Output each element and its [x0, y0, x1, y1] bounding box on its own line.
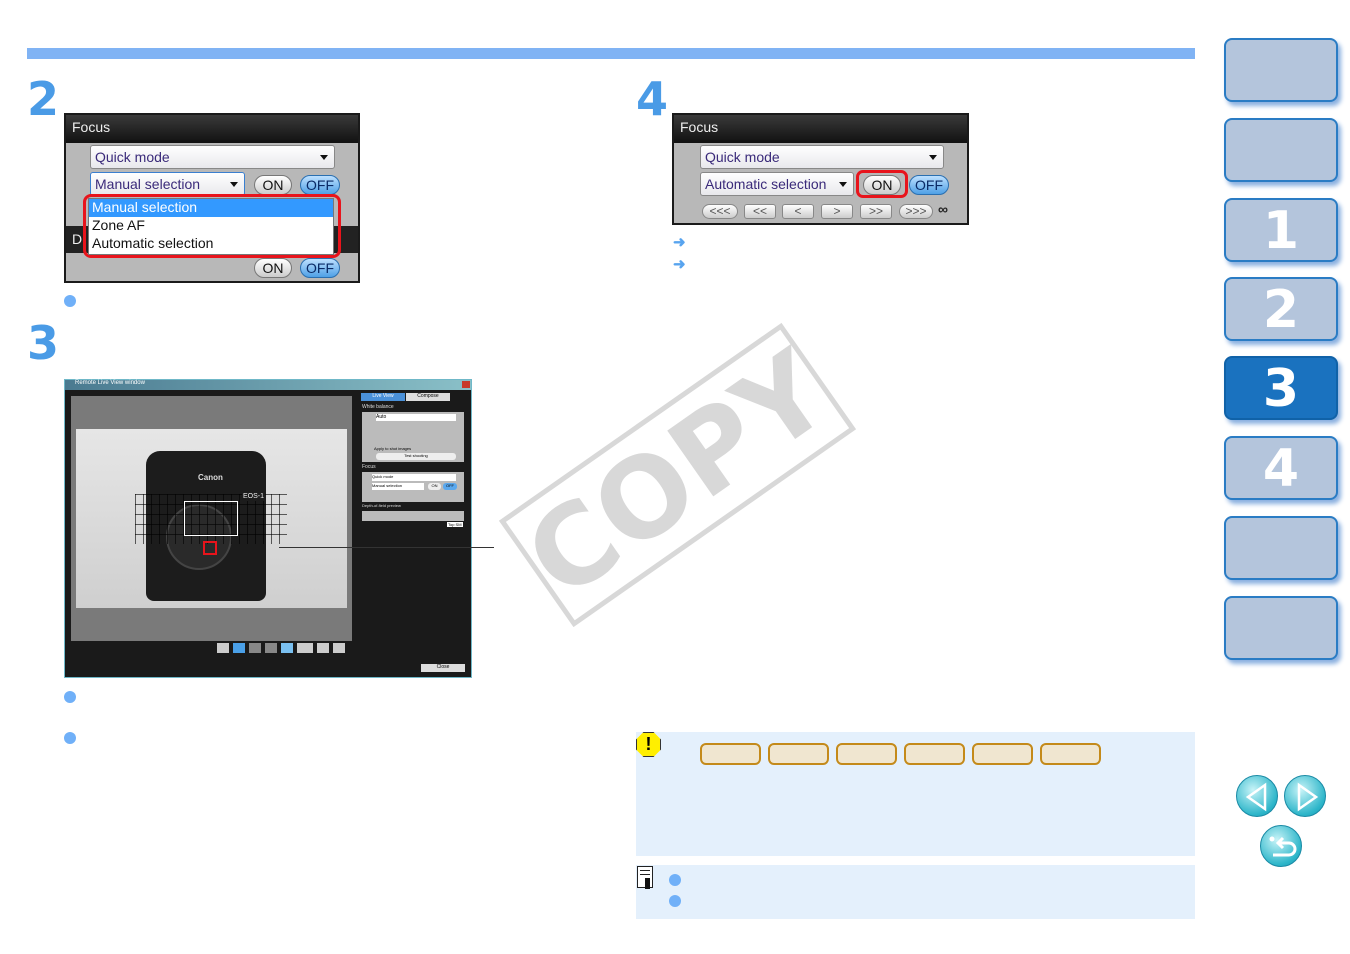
focus-far-small-button[interactable]: <	[782, 204, 814, 219]
chevron-down-icon	[320, 155, 328, 160]
side-tab-intro[interactable]	[1224, 38, 1338, 102]
link-button[interactable]	[700, 743, 761, 765]
af-off-button[interactable]: OFF	[300, 175, 340, 195]
dof-panel	[362, 511, 464, 521]
link-button[interactable]	[836, 743, 897, 765]
callout-line	[279, 547, 494, 548]
af-mode-select[interactable]: Automatic selection	[700, 172, 854, 196]
apply-checkbox[interactable]: Apply to shot images	[374, 446, 411, 451]
side-tab-4[interactable]: 4	[1224, 436, 1338, 500]
focus-panel: Focus Quick mode Manual selection ON OFF…	[64, 113, 360, 283]
link-button[interactable]	[768, 743, 829, 765]
infinity-icon: ∞	[938, 201, 948, 217]
lv-off-button[interactable]: OFF	[443, 483, 457, 490]
live-image: Canon EOS-1	[76, 429, 347, 608]
wb-select[interactable]: Auto	[376, 414, 456, 421]
lv-focus-header: Focus	[362, 464, 376, 470]
focus-mode-value: Quick mode	[95, 149, 170, 165]
af-mode-dropdown-list: Manual selection Zone AF Automatic selec…	[88, 198, 334, 255]
focus-mode-select[interactable]: Quick mode	[700, 145, 944, 169]
live-view-toolbar	[217, 643, 351, 653]
camera-brand: Canon	[198, 473, 223, 482]
side-tab-2[interactable]: 2	[1224, 277, 1338, 341]
side-tab-3[interactable]: 3	[1224, 356, 1338, 420]
camera-model: EOS-1	[242, 493, 266, 501]
tab-compose[interactable]: Compose	[406, 393, 450, 401]
bullet	[669, 874, 681, 886]
option-manual-selection[interactable]: Manual selection	[89, 199, 333, 217]
caution-box: !	[636, 732, 1195, 856]
selected-af-point[interactable]	[203, 541, 217, 555]
note-box	[636, 865, 1195, 919]
previous-page-button[interactable]	[1236, 775, 1278, 817]
tab-live-view[interactable]: Live View	[361, 393, 405, 401]
lv-on-button[interactable]: ON	[428, 483, 441, 490]
af-mode-select[interactable]: Manual selection	[90, 172, 245, 196]
af-on-button[interactable]: ON	[254, 175, 292, 195]
af-on-button[interactable]: ON	[863, 175, 901, 195]
focus-near-medium-button[interactable]: >>	[860, 204, 892, 219]
return-button[interactable]	[1260, 825, 1302, 867]
return-icon	[1269, 836, 1297, 857]
bullet	[669, 895, 681, 907]
side-tab-1[interactable]: 1	[1224, 198, 1338, 262]
focus-near-small-button[interactable]: >	[821, 204, 853, 219]
topsm-button[interactable]: Top SM	[447, 522, 463, 527]
arrow-right-icon: ➜	[673, 256, 686, 273]
focus-mode-value: Quick mode	[705, 149, 780, 165]
option-automatic-selection[interactable]: Automatic selection	[89, 235, 333, 253]
wb-panel: Auto Apply to shot images Test shooting	[362, 412, 464, 462]
step-number-2: 2	[27, 72, 60, 126]
arrow-right-icon	[1297, 782, 1319, 812]
side-tab-reference[interactable]	[1224, 516, 1338, 580]
header-bar	[27, 48, 1195, 59]
next-page-button[interactable]	[1284, 775, 1326, 817]
focus-panel-header: Focus	[66, 115, 358, 143]
bullet	[64, 691, 76, 703]
side-tab-contents[interactable]	[1224, 118, 1338, 182]
step-number-4: 4	[636, 72, 669, 126]
chevron-down-icon	[839, 182, 847, 187]
zoom-frame[interactable]	[184, 501, 238, 536]
focus-panel-header: Focus	[674, 115, 967, 143]
wb-header: White balance	[362, 404, 394, 410]
chevron-down-icon	[230, 182, 238, 187]
bullet	[64, 732, 76, 744]
focus-mode-select[interactable]: Quick mode	[90, 145, 335, 169]
copy-watermark: COPY	[498, 322, 857, 628]
af-mode-value: Manual selection	[95, 176, 201, 192]
link-button[interactable]	[1040, 743, 1101, 765]
side-tab-index[interactable]	[1224, 596, 1338, 660]
dof-off-button[interactable]: OFF	[300, 258, 340, 278]
option-zone-af[interactable]: Zone AF	[89, 217, 333, 235]
remote-live-view-window: Remote Live View window Canon EOS-1 Live…	[64, 379, 472, 678]
focus-far-medium-button[interactable]: <<	[744, 204, 776, 219]
memo-icon	[637, 866, 653, 889]
arrow-right-icon: ➜	[673, 234, 686, 251]
lv-focus-panel: Quick mode Manual selection ON OFF	[362, 472, 464, 502]
af-mode-value: Automatic selection	[705, 176, 827, 192]
chevron-down-icon	[929, 155, 937, 160]
focus-near-large-button[interactable]: >>>	[899, 204, 933, 219]
step-number-3: 3	[27, 316, 60, 370]
lv-focus-mode[interactable]: Quick mode	[372, 474, 456, 481]
arrow-left-icon	[1245, 782, 1267, 812]
lv-af-select[interactable]: Manual selection	[372, 483, 424, 490]
lv-close-button[interactable]: Close	[421, 664, 465, 672]
test-shooting-button[interactable]: Test shooting	[376, 453, 456, 460]
focus-panel-auto: Focus Quick mode Automatic selection ON …	[672, 113, 969, 225]
dof-preview-header: Depth-of-field preview	[362, 503, 401, 508]
dof-on-button[interactable]: ON	[254, 258, 292, 278]
caution-icon: !	[636, 732, 661, 757]
bullet	[64, 295, 76, 307]
link-button[interactable]	[972, 743, 1033, 765]
window-title: Remote Live View window	[65, 380, 471, 390]
close-window-icon[interactable]	[462, 381, 470, 388]
af-off-button[interactable]: OFF	[909, 175, 949, 195]
live-view-area[interactable]: Canon EOS-1	[71, 396, 352, 653]
link-button[interactable]	[904, 743, 965, 765]
focus-far-large-button[interactable]: <<<	[702, 204, 738, 219]
